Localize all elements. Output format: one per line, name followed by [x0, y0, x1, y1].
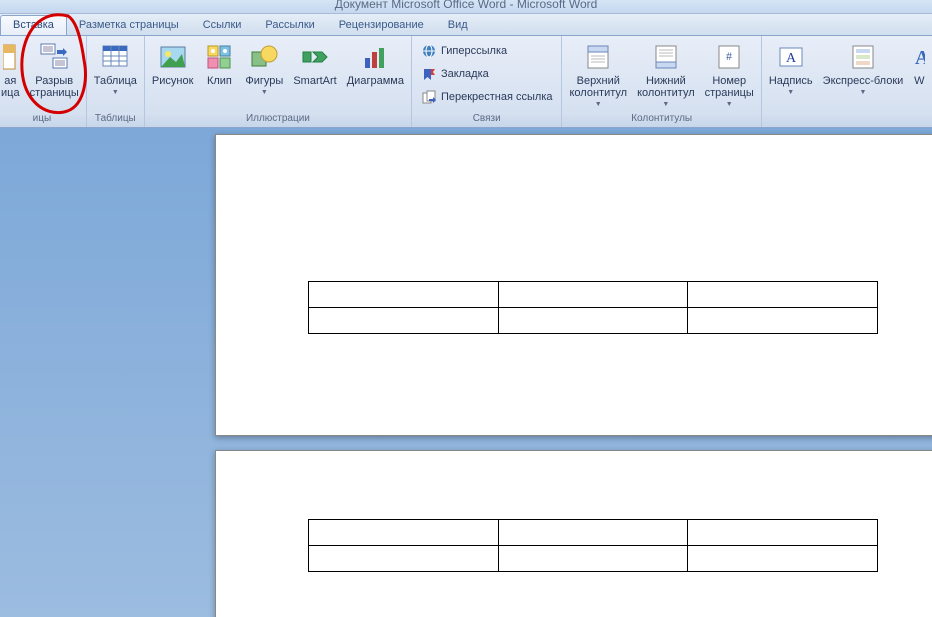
shapes-label: Фигуры — [245, 75, 283, 87]
window-title-bar: Документ Microsoft Office Word - Microso… — [0, 0, 932, 14]
page-break-button[interactable]: Разрыв страницы — [25, 38, 84, 102]
header-label: Верхний колонтитул — [569, 75, 627, 99]
chart-icon — [359, 41, 391, 73]
table-row — [309, 308, 878, 334]
crossref-icon — [421, 89, 437, 105]
chevron-down-icon: ▼ — [595, 101, 602, 108]
hyperlink-button[interactable]: Гиперссылка — [416, 40, 558, 62]
document-page-2[interactable] — [215, 450, 932, 617]
header-icon — [582, 41, 614, 73]
ribbon-tabs: Вставка Разметка страницы Ссылки Рассылк… — [0, 14, 932, 36]
chart-label: Диаграмма — [347, 75, 404, 87]
page-break-icon — [38, 41, 70, 73]
tab-page-layout[interactable]: Разметка страницы — [67, 16, 191, 35]
document-area — [0, 128, 932, 617]
wordart-label: W — [914, 75, 924, 87]
chevron-down-icon: ▼ — [112, 89, 119, 96]
hyperlink-icon — [421, 43, 437, 59]
textbox-label: Надпись — [769, 75, 813, 87]
group-label-headerfooter: Колонтитулы — [564, 111, 758, 127]
ribbon-group-links: Гиперссылка Закладка Перекрестная ссылка… — [412, 36, 563, 127]
hyperlink-label: Гиперссылка — [441, 45, 507, 57]
window-title: Документ Microsoft Office Word - Microso… — [335, 0, 598, 11]
ribbon-group-pages: аяица Разрыв страницы — [0, 36, 87, 127]
crossref-label: Перекрестная ссылка — [441, 91, 553, 103]
chevron-down-icon: ▼ — [662, 101, 669, 108]
picture-icon — [157, 41, 189, 73]
chevron-down-icon: ▼ — [787, 89, 794, 96]
footer-label: Нижний колонтитул — [637, 75, 695, 99]
textbox-icon: A — [775, 41, 807, 73]
tab-view[interactable]: Вид — [436, 16, 480, 35]
group-label-text — [764, 111, 926, 127]
footer-button[interactable]: Нижний колонтитул ▼ — [632, 38, 700, 111]
group-label-links: Связи — [414, 111, 560, 127]
smartart-button[interactable]: SmartArt — [288, 38, 341, 90]
footer-icon — [650, 41, 682, 73]
page-number-label: Номер страницы — [705, 75, 754, 99]
bookmark-button[interactable]: Закладка — [416, 63, 558, 85]
ribbon-group-illustrations: Рисунок Клип Фигуры — [145, 36, 412, 127]
smartart-icon — [299, 41, 331, 73]
shapes-icon — [248, 41, 280, 73]
chart-button[interactable]: Диаграмма — [342, 38, 409, 90]
ribbon-group-headerfooter: Верхний колонтитул ▼ Нижний колонтитул ▼… — [562, 36, 761, 127]
bookmark-label: Закладка — [441, 68, 489, 80]
bookmark-icon — [421, 66, 437, 82]
clip-button[interactable]: Клип — [198, 38, 240, 90]
group-label-illustrations: Иллюстрации — [147, 111, 409, 127]
quickparts-icon — [847, 41, 879, 73]
document-table-2[interactable] — [308, 519, 878, 572]
cover-page-label: аяица — [1, 75, 20, 99]
quickparts-label: Экспресс-блоки — [823, 75, 904, 87]
group-label-tables: Таблицы — [89, 111, 142, 127]
tab-review[interactable]: Рецензирование — [327, 16, 436, 35]
clip-icon — [203, 41, 235, 73]
clip-label: Клип — [207, 75, 232, 87]
ribbon-group-text: A Надпись ▼ Экспресс-блоки ▼ A W — [762, 36, 928, 127]
header-button[interactable]: Верхний колонтитул ▼ — [564, 38, 632, 111]
tab-mailings[interactable]: Рассылки — [253, 16, 326, 35]
shapes-button[interactable]: Фигуры ▼ — [240, 38, 288, 99]
chevron-down-icon: ▼ — [860, 89, 867, 96]
tab-insert[interactable]: Вставка — [0, 15, 67, 35]
document-table-1[interactable] — [308, 281, 878, 334]
crossref-button[interactable]: Перекрестная ссылка — [416, 86, 558, 108]
table-row — [309, 520, 878, 546]
page-number-icon: # — [713, 41, 745, 73]
picture-button[interactable]: Рисунок — [147, 38, 199, 90]
chevron-down-icon: ▼ — [261, 89, 268, 96]
svg-text:A: A — [915, 47, 925, 69]
page-break-label: Разрыв страницы — [30, 75, 79, 99]
tab-references[interactable]: Ссылки — [191, 16, 254, 35]
document-page-1[interactable] — [215, 134, 932, 436]
ribbon: аяица Разрыв страницы — [0, 36, 932, 128]
ribbon-group-tables: Таблица ▼ Таблицы — [87, 36, 145, 127]
textbox-button[interactable]: A Надпись ▼ — [764, 38, 818, 99]
table-button[interactable]: Таблица ▼ — [89, 38, 142, 99]
wordart-icon: A — [913, 41, 925, 73]
wordart-button[interactable]: A W — [908, 38, 926, 90]
table-icon — [99, 41, 131, 73]
group-label-pages: ицы — [0, 111, 84, 127]
svg-text:A: A — [786, 51, 797, 66]
quickparts-button[interactable]: Экспресс-блоки ▼ — [818, 38, 909, 99]
table-row — [309, 546, 878, 572]
table-row — [309, 282, 878, 308]
table-label: Таблица — [94, 75, 137, 87]
cover-page-button[interactable]: аяица — [0, 38, 25, 102]
cover-page-icon — [3, 41, 17, 73]
svg-text:#: # — [726, 49, 732, 63]
picture-label: Рисунок — [152, 75, 194, 87]
smartart-label: SmartArt — [293, 75, 336, 87]
page-number-button[interactable]: # Номер страницы ▼ — [700, 38, 759, 111]
chevron-down-icon: ▼ — [726, 101, 733, 108]
